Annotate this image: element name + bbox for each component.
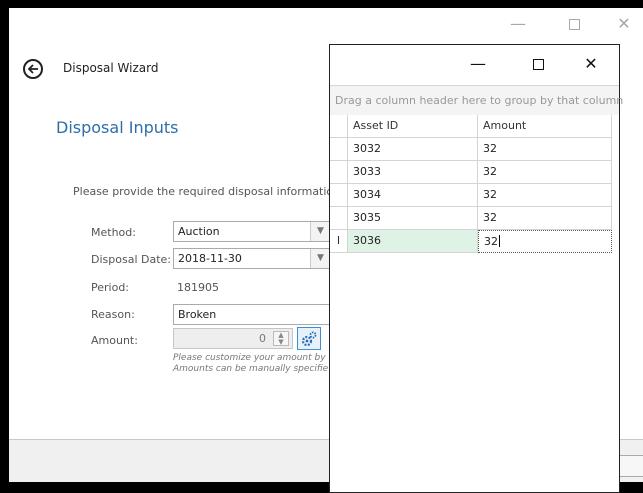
text-caret bbox=[499, 235, 500, 247]
row-indicator[interactable] bbox=[330, 207, 348, 230]
method-select[interactable]: Auction ▼ bbox=[173, 221, 331, 242]
asset-id-cell[interactable]: 3034 bbox=[348, 184, 478, 207]
amount-cell-value: 32 bbox=[483, 211, 497, 224]
back-button[interactable] bbox=[23, 59, 43, 79]
amount-cell[interactable]: 32 bbox=[478, 184, 612, 207]
amount-grid-window: — ✕ Drag a column header here to group b… bbox=[329, 44, 623, 493]
disposal-date-label: Disposal Date: bbox=[91, 253, 171, 266]
column-header-amount[interactable]: Amount bbox=[478, 115, 612, 138]
amount-cell-value: 32 bbox=[483, 142, 497, 155]
amount-cell-editor[interactable]: 32 bbox=[478, 230, 612, 253]
gears-icon bbox=[301, 331, 317, 347]
reason-input[interactable]: Broken bbox=[173, 304, 333, 325]
grid-window-title-bar: — ✕ bbox=[330, 45, 619, 85]
reason-label: Reason: bbox=[91, 308, 135, 321]
amount-note-line-2: Amounts can be manually specifie bbox=[173, 364, 329, 374]
maximize-icon bbox=[532, 59, 544, 70]
amount-cell[interactable]: 32 bbox=[478, 161, 612, 184]
reason-value: Broken bbox=[178, 308, 217, 321]
wizard-close-button[interactable]: ✕ bbox=[609, 14, 639, 34]
row-indicator[interactable] bbox=[330, 184, 348, 207]
amount-value: 0 bbox=[259, 332, 266, 345]
table-row[interactable]: 3035 32 bbox=[330, 207, 619, 230]
table-row[interactable]: 3032 32 bbox=[330, 138, 619, 161]
grid-minimize-button[interactable]: — bbox=[463, 54, 493, 74]
disposal-date-value: 2018-11-30 bbox=[178, 252, 242, 265]
row-indicator[interactable] bbox=[330, 138, 348, 161]
section-title: Disposal Inputs bbox=[56, 118, 179, 137]
grid-close-button[interactable]: ✕ bbox=[576, 54, 606, 74]
wizard-title-bar: — ✕ bbox=[9, 8, 643, 38]
amount-cell[interactable]: 32 bbox=[478, 138, 612, 161]
instruction-text: Please provide the required disposal inf… bbox=[73, 185, 347, 198]
header-indicator-cell bbox=[330, 115, 348, 138]
table-row[interactable]: I 3036 32 bbox=[330, 230, 619, 253]
method-value: Auction bbox=[178, 225, 220, 238]
group-by-hint: Drag a column header here to group by th… bbox=[335, 94, 624, 107]
row-indicator[interactable] bbox=[330, 161, 348, 184]
asset-id-cell[interactable]: 3033 bbox=[348, 161, 478, 184]
asset-id-cell[interactable]: 3036 bbox=[348, 230, 478, 253]
disposal-date-picker[interactable]: 2018-11-30 ▼ bbox=[173, 248, 331, 269]
period-value: 181905 bbox=[177, 281, 219, 294]
chevron-down-icon[interactable]: ▼ bbox=[310, 249, 330, 268]
arrow-left-icon bbox=[27, 64, 38, 74]
wizard-minimize-button[interactable]: — bbox=[503, 14, 533, 34]
asset-id-cell[interactable]: 3035 bbox=[348, 207, 478, 230]
amount-cell-value: 32 bbox=[484, 235, 498, 248]
grid-maximize-button[interactable] bbox=[523, 54, 553, 74]
amount-settings-button[interactable] bbox=[297, 327, 321, 350]
chevron-down-icon[interactable]: ▼ bbox=[310, 222, 330, 241]
method-label: Method: bbox=[91, 226, 136, 239]
amount-cell-value: 32 bbox=[483, 165, 497, 178]
asset-id-cell[interactable]: 3032 bbox=[348, 138, 478, 161]
amount-note-line-1: Please customize your amount by bbox=[173, 353, 326, 363]
amount-cell-value: 32 bbox=[483, 188, 497, 201]
column-header-asset-id[interactable]: Asset ID bbox=[348, 115, 478, 138]
spinner-arrows-icon[interactable]: ▲ ▼ bbox=[273, 331, 289, 346]
maximize-icon bbox=[568, 19, 580, 30]
amount-label: Amount: bbox=[91, 334, 138, 347]
wizard-title: Disposal Wizard bbox=[63, 61, 159, 75]
group-by-panel[interactable]: Drag a column header here to group by th… bbox=[330, 86, 623, 115]
grid-header-row: Asset ID Amount bbox=[330, 115, 619, 138]
row-indicator[interactable]: I bbox=[330, 230, 348, 253]
amount-spinner-input[interactable]: 0 ▲ ▼ bbox=[173, 328, 293, 349]
period-label: Period: bbox=[91, 281, 130, 294]
table-row[interactable]: 3034 32 bbox=[330, 184, 619, 207]
wizard-maximize-button[interactable] bbox=[559, 14, 589, 34]
table-row[interactable]: 3033 32 bbox=[330, 161, 619, 184]
amount-cell[interactable]: 32 bbox=[478, 207, 612, 230]
